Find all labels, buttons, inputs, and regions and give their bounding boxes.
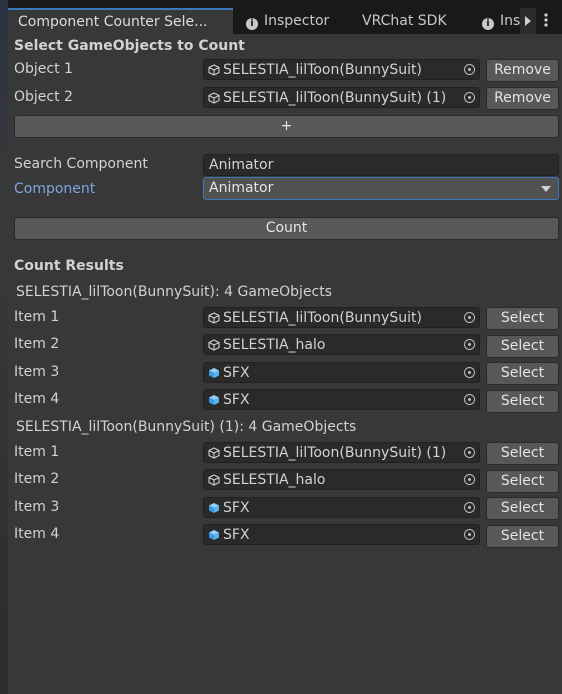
- tab-label: VRChat SDK: [362, 13, 447, 29]
- result-item-label: Item 2: [14, 471, 60, 487]
- object-2-field[interactable]: SELESTIA_lilToon(BunnySuit) (1): [203, 87, 480, 108]
- result-item-field[interactable]: SELESTIA_halo: [203, 469, 480, 490]
- result-item-value: SELESTIA_lilToon(BunnySuit): [223, 310, 422, 326]
- result-item-field[interactable]: SFX: [203, 524, 480, 545]
- tab-label: Inspector: [264, 13, 330, 29]
- remove-object-1-button[interactable]: Remove: [486, 59, 559, 82]
- result-item-field[interactable]: SFX: [203, 497, 480, 518]
- result-item-field[interactable]: SFX: [203, 389, 480, 410]
- prefab-icon: [209, 530, 219, 540]
- result-item-label: Item 2: [14, 336, 60, 352]
- object-picker-icon[interactable]: [464, 447, 475, 458]
- object-picker-icon[interactable]: [464, 339, 475, 350]
- search-component-label: Search Component: [14, 156, 148, 172]
- info-icon: i: [482, 18, 494, 30]
- select-button[interactable]: Select: [486, 335, 559, 358]
- result-item-field[interactable]: SELESTIA_lilToon(BunnySuit): [203, 307, 480, 328]
- prefab-icon: [209, 395, 219, 405]
- result-item-value: SFX: [223, 392, 250, 408]
- prefab-icon: [209, 368, 219, 378]
- window-left-edge: [0, 0, 8, 694]
- tab-scroll-right-icon[interactable]: [520, 8, 536, 34]
- object-1-label: Object 1: [14, 61, 73, 77]
- count-results-heading: Count Results: [14, 258, 124, 274]
- gameobject-icon: [208, 92, 220, 104]
- object-1-field[interactable]: SELESTIA_lilToon(BunnySuit): [203, 59, 480, 80]
- object-picker-icon[interactable]: [464, 92, 475, 103]
- tab-component-counter[interactable]: Component Counter Sele...: [8, 8, 233, 34]
- result-item-field[interactable]: SFX: [203, 362, 480, 383]
- result-group-2-title: SELESTIA_lilToon(BunnySuit) (1): 4 GameO…: [16, 419, 357, 435]
- result-item-value: SELESTIA_halo: [223, 472, 326, 488]
- select-button[interactable]: Select: [486, 497, 559, 520]
- object-picker-icon[interactable]: [464, 394, 475, 405]
- component-dropdown-value: Animator: [209, 180, 274, 196]
- result-item-label: Item 4: [14, 391, 60, 407]
- tab-inspector[interactable]: i Inspector: [246, 8, 342, 34]
- dropdown-arrow-icon: [541, 186, 551, 192]
- result-item-label: Item 3: [14, 499, 60, 515]
- tab-inspector-2[interactable]: i Ins: [482, 8, 520, 34]
- prefab-icon: [209, 503, 219, 513]
- gameobject-icon: [208, 312, 220, 324]
- result-item-label: Item 1: [14, 309, 60, 325]
- component-label: Component: [14, 181, 96, 197]
- object-2-value: SELESTIA_lilToon(BunnySuit) (1): [223, 90, 447, 106]
- select-button[interactable]: Select: [486, 525, 559, 548]
- object-picker-icon[interactable]: [464, 367, 475, 378]
- result-item-value: SFX: [223, 365, 250, 381]
- gameobject-icon: [208, 447, 220, 459]
- tab-label: Component Counter Sele...: [18, 14, 208, 30]
- gameobject-icon: [208, 474, 220, 486]
- tab-bar: Component Counter Sele... i Inspector VRC…: [8, 8, 562, 34]
- result-group-1-title: SELESTIA_lilToon(BunnySuit): 4 GameObjec…: [16, 284, 333, 300]
- select-button[interactable]: Select: [486, 390, 559, 413]
- result-item-field[interactable]: SELESTIA_halo: [203, 334, 480, 355]
- select-button[interactable]: Select: [486, 362, 559, 385]
- tab-label: Ins: [500, 13, 520, 29]
- search-component-input[interactable]: Animator: [203, 154, 559, 176]
- component-dropdown[interactable]: Animator: [203, 177, 559, 200]
- add-object-button[interactable]: +: [14, 115, 559, 138]
- remove-object-2-button[interactable]: Remove: [486, 87, 559, 110]
- result-item-value: SELESTIA_lilToon(BunnySuit) (1): [223, 445, 447, 461]
- tab-vrchat-sdk[interactable]: VRChat SDK: [362, 8, 462, 34]
- object-picker-icon[interactable]: [464, 474, 475, 485]
- result-item-value: SFX: [223, 500, 250, 516]
- select-button[interactable]: Select: [486, 307, 559, 330]
- component-counter-panel: Select GameObjects to Count Object 1 SEL…: [8, 34, 562, 694]
- result-item-label: Item 3: [14, 364, 60, 380]
- select-button[interactable]: Select: [486, 442, 559, 465]
- result-item-label: Item 1: [14, 444, 60, 460]
- result-item-field[interactable]: SELESTIA_lilToon(BunnySuit) (1): [203, 442, 480, 463]
- object-2-label: Object 2: [14, 89, 73, 105]
- gameobject-icon: [208, 339, 220, 351]
- object-picker-icon[interactable]: [464, 529, 475, 540]
- select-button[interactable]: Select: [486, 470, 559, 493]
- object-picker-icon[interactable]: [464, 502, 475, 513]
- object-picker-icon[interactable]: [464, 312, 475, 323]
- object-1-value: SELESTIA_lilToon(BunnySuit): [223, 62, 422, 78]
- more-menu-icon[interactable]: [538, 8, 554, 34]
- result-item-label: Item 4: [14, 526, 60, 542]
- gameobject-icon: [208, 64, 220, 76]
- object-picker-icon[interactable]: [464, 64, 475, 75]
- select-section-heading: Select GameObjects to Count: [14, 38, 245, 54]
- info-icon: i: [246, 18, 258, 30]
- result-item-value: SELESTIA_halo: [223, 337, 326, 353]
- count-button[interactable]: Count: [14, 217, 559, 240]
- result-item-value: SFX: [223, 527, 250, 543]
